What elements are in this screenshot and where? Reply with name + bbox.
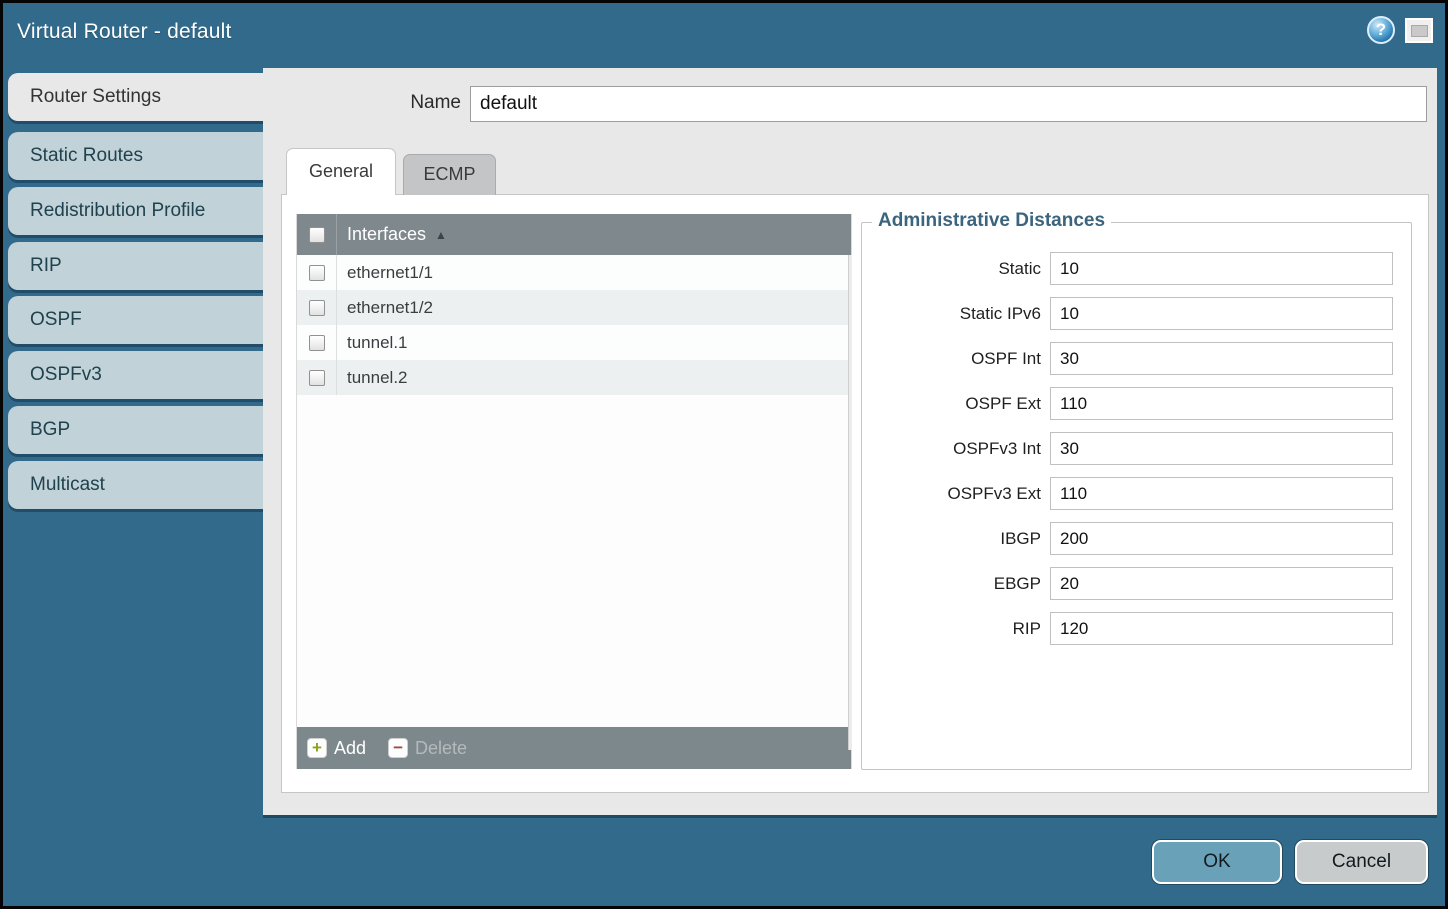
cancel-button[interactable]: Cancel bbox=[1295, 840, 1428, 884]
table-row[interactable]: tunnel.2 bbox=[297, 360, 851, 395]
sidebar-item-bgp[interactable]: BGP bbox=[8, 406, 263, 454]
name-input[interactable] bbox=[470, 86, 1427, 122]
sidebar-item-ospf[interactable]: OSPF bbox=[8, 296, 263, 344]
row-checkbox[interactable] bbox=[309, 300, 325, 316]
field-row-static: Static bbox=[862, 252, 1411, 285]
table-row[interactable]: ethernet1/1 bbox=[297, 255, 851, 290]
dialog-title: Virtual Router - default bbox=[17, 20, 232, 44]
ospf-ext-input[interactable] bbox=[1050, 387, 1393, 420]
ospfv3-int-input[interactable] bbox=[1050, 432, 1393, 465]
row-checkbox[interactable] bbox=[309, 265, 325, 281]
titlebar-icons: ? bbox=[1367, 16, 1433, 44]
static-ipv6-input[interactable] bbox=[1050, 297, 1393, 330]
delete-button[interactable]: − Delete bbox=[388, 738, 467, 759]
ok-button[interactable]: OK bbox=[1152, 840, 1282, 884]
sort-ascending-icon: ▲ bbox=[435, 228, 447, 242]
window-restore-icon[interactable] bbox=[1405, 18, 1433, 43]
interface-name: tunnel.2 bbox=[337, 368, 408, 388]
table-empty-area bbox=[297, 395, 851, 727]
sidebar-item-static-routes[interactable]: Static Routes bbox=[8, 132, 263, 180]
help-icon[interactable]: ? bbox=[1367, 16, 1395, 44]
table-scrollbar[interactable] bbox=[848, 255, 852, 750]
ospf-int-input[interactable] bbox=[1050, 342, 1393, 375]
table-toolbar: + Add − Delete bbox=[297, 727, 851, 769]
fieldset-legend: Administrative Distances bbox=[872, 210, 1111, 232]
field-row-ospfv3-int: OSPFv3 Int bbox=[862, 432, 1411, 465]
sidebar-item-multicast[interactable]: Multicast bbox=[8, 461, 263, 509]
field-row-ospfv3-ext: OSPFv3 Ext bbox=[862, 477, 1411, 510]
select-all-checkbox[interactable] bbox=[309, 227, 325, 243]
sidebar-item-router-settings[interactable]: Router Settings bbox=[8, 73, 263, 121]
interface-name: ethernet1/1 bbox=[337, 263, 433, 283]
row-checkbox[interactable] bbox=[309, 335, 325, 351]
rip-input[interactable] bbox=[1050, 612, 1393, 645]
fieldset-fields: Static Static IPv6 OSPF Int OSPF Ext OSP… bbox=[862, 252, 1411, 657]
interfaces-table: Interfaces ▲ ethernet1/1 ethernet1/2 tun… bbox=[296, 214, 852, 769]
interface-name: tunnel.1 bbox=[337, 333, 408, 353]
sidebar-item-ospfv3[interactable]: OSPFv3 bbox=[8, 351, 263, 399]
plus-icon: + bbox=[307, 738, 327, 758]
sidebar-item-rip[interactable]: RIP bbox=[8, 242, 263, 290]
minus-icon: − bbox=[388, 738, 408, 758]
ospfv3-ext-input[interactable] bbox=[1050, 477, 1393, 510]
field-row-ebgp: EBGP bbox=[862, 567, 1411, 600]
tab-ecmp[interactable]: ECMP bbox=[403, 154, 496, 195]
table-row[interactable]: tunnel.1 bbox=[297, 325, 851, 360]
sidebar-item-redistribution-profile[interactable]: Redistribution Profile bbox=[8, 187, 263, 235]
add-button[interactable]: + Add bbox=[307, 738, 366, 759]
interface-name: ethernet1/2 bbox=[337, 298, 433, 318]
ebgp-input[interactable] bbox=[1050, 567, 1393, 600]
interfaces-header-label: Interfaces bbox=[337, 224, 426, 245]
table-row[interactable]: ethernet1/2 bbox=[297, 290, 851, 325]
field-row-ospf-int: OSPF Int bbox=[862, 342, 1411, 375]
tab-general[interactable]: General bbox=[286, 148, 396, 195]
field-row-static-ipv6: Static IPv6 bbox=[862, 297, 1411, 330]
row-checkbox[interactable] bbox=[309, 370, 325, 386]
field-row-rip: RIP bbox=[862, 612, 1411, 645]
administrative-distances-fieldset: Administrative Distances Static Static I… bbox=[861, 222, 1412, 770]
ibgp-input[interactable] bbox=[1050, 522, 1393, 555]
virtual-router-dialog: Virtual Router - default ? Router Settin… bbox=[0, 0, 1448, 909]
static-input[interactable] bbox=[1050, 252, 1393, 285]
field-row-ospf-ext: OSPF Ext bbox=[862, 387, 1411, 420]
field-row-ibgp: IBGP bbox=[862, 522, 1411, 555]
name-label: Name bbox=[303, 92, 461, 114]
general-tab-panel: Interfaces ▲ ethernet1/1 ethernet1/2 tun… bbox=[281, 194, 1429, 793]
interfaces-column-header[interactable]: Interfaces ▲ bbox=[297, 214, 851, 255]
